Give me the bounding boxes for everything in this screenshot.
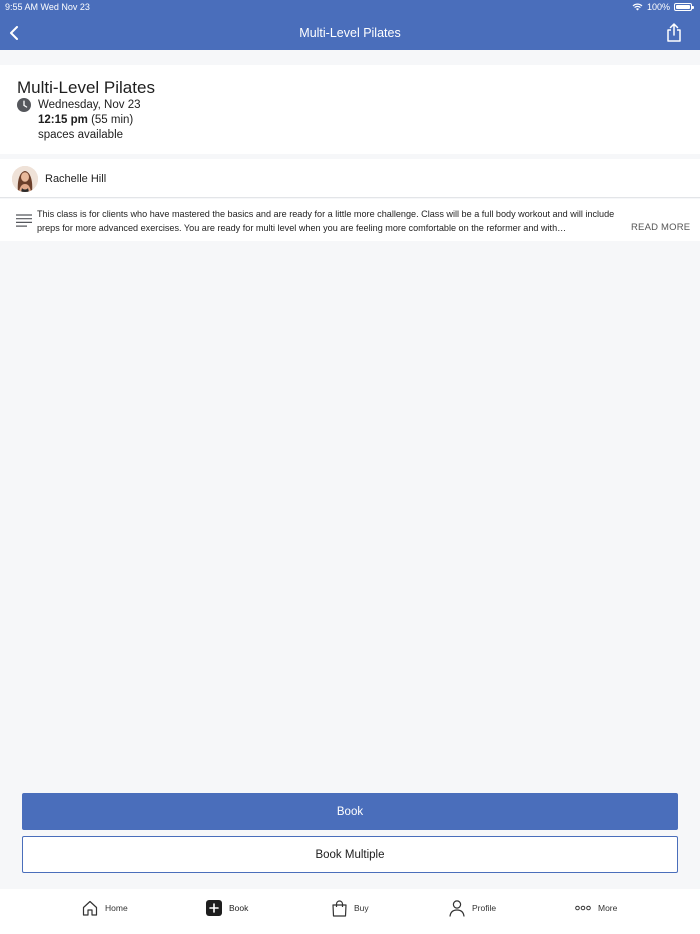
- class-header-card: Multi-Level Pilates Wednesday, Nov 23 12…: [0, 65, 700, 154]
- spaces-available: spaces available: [38, 129, 124, 141]
- tab-profile-label: Profile: [472, 903, 497, 913]
- class-duration: (55 min): [91, 114, 134, 126]
- shopping-bag-icon: [332, 899, 347, 917]
- home-icon: [82, 900, 98, 916]
- share-icon: [667, 23, 681, 42]
- person-icon: [449, 899, 465, 917]
- tab-buy-label: Buy: [354, 903, 369, 913]
- tab-book-label: Book: [229, 903, 249, 913]
- tab-profile[interactable]: Profile: [449, 899, 496, 917]
- read-more-link[interactable]: READ MORE: [631, 222, 690, 233]
- plus-square-icon: [206, 900, 222, 916]
- bottom-tab-bar: Home Book Buy Profile More: [0, 889, 700, 934]
- status-time: 9:55 AM Wed Nov 23: [5, 2, 90, 12]
- tab-buy[interactable]: Buy: [332, 899, 369, 917]
- battery-icon: [674, 3, 694, 11]
- more-dots-icon: [575, 905, 591, 911]
- tab-more[interactable]: More: [575, 899, 617, 917]
- tab-home-label: Home: [105, 903, 128, 913]
- book-button[interactable]: Book: [22, 793, 678, 830]
- top-bar: 9:55 AM Wed Nov 23 100% Multi-Level Pila…: [0, 0, 700, 50]
- nav-title: Multi-Level Pilates: [299, 26, 401, 40]
- clock-icon: [17, 98, 31, 112]
- share-button[interactable]: [666, 23, 684, 43]
- tab-home[interactable]: Home: [82, 899, 128, 917]
- class-time: 12:15 pm: [38, 114, 88, 126]
- tab-book[interactable]: Book: [206, 899, 248, 917]
- status-indicators: 100%: [632, 2, 694, 12]
- class-date: Wednesday, Nov 23: [38, 99, 141, 111]
- description-row: This class is for clients who have maste…: [0, 199, 700, 241]
- battery-percent: 100%: [646, 2, 670, 12]
- description-lines-icon: [16, 214, 32, 227]
- class-time-line: 12:15 pm (55 min): [38, 114, 133, 126]
- class-description: This class is for clients who have maste…: [37, 209, 615, 233]
- instructor-row[interactable]: Rachelle Hill: [0, 159, 700, 198]
- battery-fill: [676, 5, 690, 9]
- instructor-name: Rachelle Hill: [45, 173, 107, 185]
- book-multiple-button[interactable]: Book Multiple: [22, 836, 678, 873]
- class-title: Multi-Level Pilates: [17, 78, 155, 97]
- tab-more-label: More: [598, 903, 618, 913]
- instructor-photo: [12, 166, 38, 192]
- wifi-icon: [632, 3, 643, 11]
- avatar: [12, 166, 38, 192]
